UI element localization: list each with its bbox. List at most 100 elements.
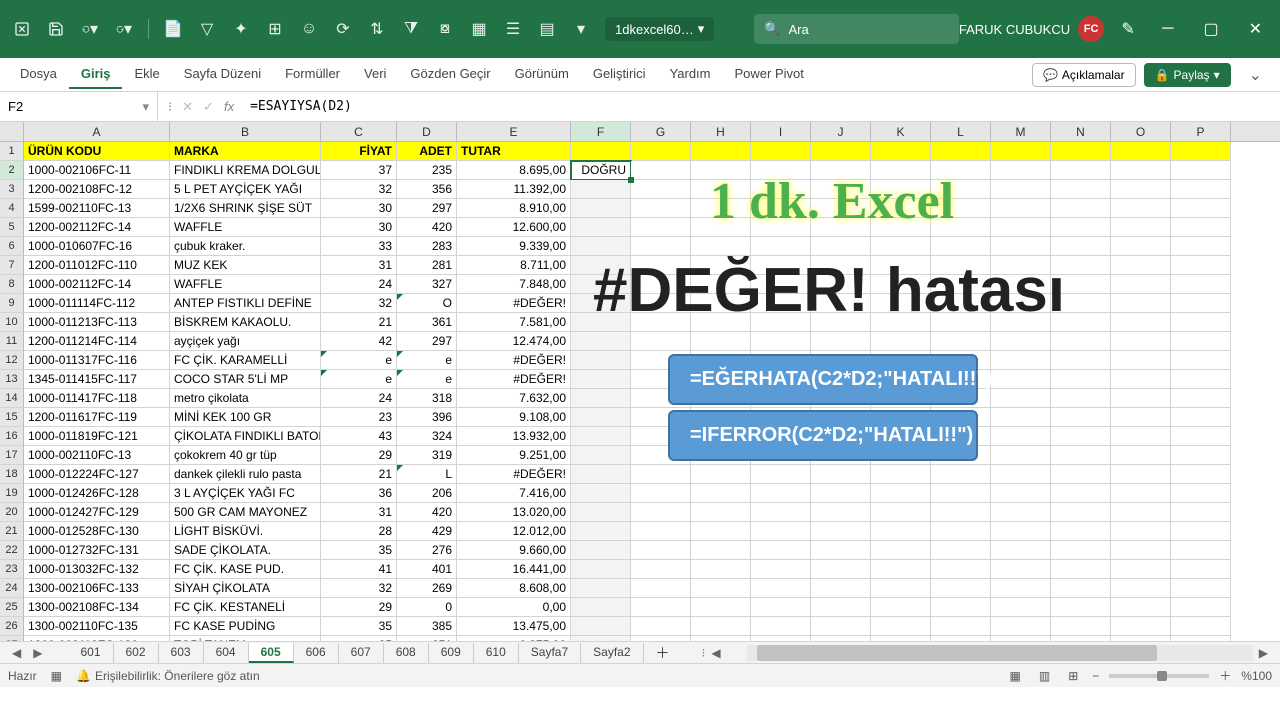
cell[interactable] [991, 351, 1051, 370]
cell[interactable]: TOPİ TANEM [170, 636, 321, 641]
cell[interactable]: 1000-011417FC-118 [24, 389, 170, 408]
cell[interactable] [751, 199, 811, 218]
cell[interactable]: 269 [397, 579, 457, 598]
col-header-H[interactable]: H [691, 122, 751, 141]
row-header-14[interactable]: 14 [0, 389, 24, 408]
cell[interactable]: 1300-002108FC-134 [24, 598, 170, 617]
cell[interactable] [1171, 560, 1231, 579]
cell[interactable]: FINDIKLI KREMA DOLGULU [170, 161, 321, 180]
cell[interactable] [1111, 408, 1171, 427]
cell[interactable] [1171, 617, 1231, 636]
cell[interactable] [1111, 389, 1171, 408]
cell[interactable] [571, 484, 631, 503]
sheet-nav-prev[interactable]: ◀ [6, 646, 27, 660]
col-header-D[interactable]: D [397, 122, 457, 141]
cell[interactable] [751, 617, 811, 636]
cell[interactable] [871, 332, 931, 351]
cell[interactable] [571, 218, 631, 237]
cell[interactable] [571, 598, 631, 617]
cell[interactable] [571, 541, 631, 560]
cell[interactable] [931, 218, 991, 237]
cell[interactable] [1051, 503, 1111, 522]
cell[interactable] [1171, 541, 1231, 560]
col-header-P[interactable]: P [1171, 122, 1231, 141]
cell[interactable] [811, 313, 871, 332]
cell[interactable]: 327 [397, 275, 457, 294]
cell[interactable]: 9.108,00 [457, 408, 571, 427]
cell[interactable] [1171, 579, 1231, 598]
cell[interactable] [1051, 218, 1111, 237]
row-header-26[interactable]: 26 [0, 617, 24, 636]
cell[interactable] [1171, 389, 1231, 408]
refresh-icon[interactable]: ⟳ [329, 15, 357, 43]
row-header-6[interactable]: 6 [0, 237, 24, 256]
cell[interactable] [931, 465, 991, 484]
cell[interactable] [931, 617, 991, 636]
cell[interactable]: 1000-013032FC-132 [24, 560, 170, 579]
cell[interactable]: 1200-002108FC-12 [24, 180, 170, 199]
cell[interactable]: e [397, 370, 457, 389]
cell[interactable] [631, 560, 691, 579]
cell[interactable]: 28 [321, 522, 397, 541]
cell[interactable] [1051, 617, 1111, 636]
cell[interactable] [751, 161, 811, 180]
cell[interactable] [1111, 579, 1171, 598]
grid[interactable]: ABCDEFGHIJKLMNOP 12345678910111213141516… [0, 122, 1280, 641]
cell[interactable]: 0,00 [457, 598, 571, 617]
cell[interactable] [931, 180, 991, 199]
cell[interactable] [1171, 370, 1231, 389]
cell[interactable] [811, 370, 871, 389]
ribbon-tab-formüller[interactable]: Formüller [273, 60, 352, 89]
cell[interactable]: 12.474,00 [457, 332, 571, 351]
save-icon[interactable] [42, 15, 70, 43]
cell[interactable]: 41 [321, 560, 397, 579]
cell[interactable] [991, 636, 1051, 641]
cell[interactable] [1171, 484, 1231, 503]
cell[interactable] [811, 522, 871, 541]
cell[interactable] [1111, 199, 1171, 218]
cell[interactable] [1171, 313, 1231, 332]
cell[interactable] [991, 218, 1051, 237]
cell[interactable] [991, 408, 1051, 427]
cell[interactable] [691, 636, 751, 641]
cell[interactable] [571, 294, 631, 313]
pen-icon[interactable]: ✎ [1114, 15, 1142, 43]
cell[interactable] [751, 541, 811, 560]
cell[interactable]: MUZ KEK [170, 256, 321, 275]
redo-icon[interactable]: ▾ [110, 15, 138, 43]
cell[interactable] [631, 237, 691, 256]
horizontal-scrollbar[interactable] [747, 645, 1253, 661]
cell[interactable]: 385 [397, 617, 457, 636]
cell[interactable] [571, 180, 631, 199]
add-sheet-button[interactable]: ＋ [644, 641, 682, 665]
cell[interactable] [691, 560, 751, 579]
cell[interactable] [811, 465, 871, 484]
cell[interactable] [931, 484, 991, 503]
cell[interactable]: 5 L PET AYÇİÇEK YAĞI [170, 180, 321, 199]
cell[interactable] [991, 560, 1051, 579]
cell[interactable] [811, 636, 871, 641]
cell[interactable] [1171, 598, 1231, 617]
cell[interactable] [571, 617, 631, 636]
cell[interactable]: 32 [321, 180, 397, 199]
col-header-E[interactable]: E [457, 122, 571, 141]
cell[interactable]: 30 [321, 218, 397, 237]
cell[interactable]: #DEĞER! [457, 351, 571, 370]
cell[interactable] [811, 218, 871, 237]
page-layout-icon[interactable]: ▥ [1035, 667, 1054, 685]
cell[interactable] [751, 370, 811, 389]
header-cell[interactable] [751, 142, 811, 161]
cell[interactable] [571, 256, 631, 275]
cell[interactable] [811, 408, 871, 427]
cell[interactable] [931, 446, 991, 465]
cell[interactable]: 251 [397, 636, 457, 641]
cell[interactable]: 8.695,00 [457, 161, 571, 180]
cell[interactable]: 1000-002112FC-14 [24, 275, 170, 294]
cell[interactable] [691, 522, 751, 541]
cell[interactable]: L [397, 465, 457, 484]
header-cell[interactable]: ADET [397, 142, 457, 161]
cell[interactable] [571, 313, 631, 332]
cell[interactable] [1111, 598, 1171, 617]
cell[interactable] [1051, 199, 1111, 218]
cell[interactable]: 35 [321, 617, 397, 636]
